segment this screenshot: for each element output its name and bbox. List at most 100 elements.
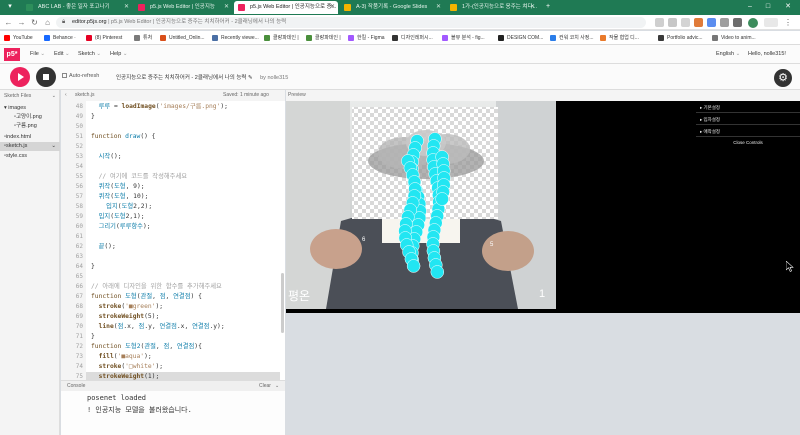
code-line[interactable]: } bbox=[91, 112, 95, 122]
close-tab-icon[interactable]: ✕ bbox=[436, 1, 441, 14]
user-menu[interactable]: Hello, nolle315! bbox=[748, 49, 786, 60]
close-window-icon[interactable]: ✕ bbox=[780, 0, 796, 15]
bookmark-item[interactable]: Video to anim... bbox=[712, 33, 756, 43]
close-controls-button[interactable]: Close Controls bbox=[696, 139, 800, 147]
chevron-down-icon[interactable]: ⌄ bbox=[51, 142, 56, 151]
menu-sketch[interactable]: Sketch ⌄ bbox=[78, 49, 101, 60]
code-line[interactable]: 끝(); bbox=[91, 242, 116, 252]
code-line[interactable]: // 아래에 디자인을 위한 함수를 추가해주세요 bbox=[91, 282, 222, 292]
puzzle-icon[interactable] bbox=[720, 18, 729, 27]
file-item[interactable]: ▫index.html bbox=[0, 133, 60, 142]
share-icon[interactable] bbox=[668, 18, 677, 27]
menu-help[interactable]: Help ⌄ bbox=[110, 49, 127, 60]
menu-file[interactable]: File ⌄ bbox=[30, 49, 45, 60]
folder-images[interactable]: ▾ images bbox=[0, 104, 60, 113]
tab-search-icon[interactable]: ▾ bbox=[2, 0, 18, 15]
code-line[interactable]: stroke('■green'); bbox=[91, 302, 163, 312]
extension-icon[interactable] bbox=[707, 18, 716, 27]
chevron-down-icon[interactable]: ⌄ bbox=[52, 93, 56, 99]
p5-logo[interactable]: p5* bbox=[4, 48, 20, 61]
chevron-down-icon[interactable]: ⌄ bbox=[275, 381, 279, 391]
menu-edit[interactable]: Edit ⌄ bbox=[54, 49, 70, 60]
browser-tab-4[interactable]: A-3) 작품기록 - Google Slides ✕ bbox=[340, 1, 444, 14]
close-tab-icon[interactable]: ✕ bbox=[124, 1, 129, 14]
code-line[interactable]: // 여기에 코드를 작성해주세요 bbox=[91, 172, 187, 182]
file-item-selected[interactable]: ▫sketch.js ⌄ bbox=[0, 142, 60, 151]
browser-tab-2[interactable]: p5.js Web Editor | 인공지능 ✕ bbox=[134, 1, 232, 14]
file-item[interactable]: ▫구름.png bbox=[0, 122, 60, 131]
more-menu-icon[interactable]: ⋮ bbox=[784, 18, 793, 27]
bookmark-pinterest[interactable]: (8) Pinterest bbox=[86, 33, 122, 43]
code-line[interactable]: function draw() { bbox=[91, 132, 155, 142]
menu-label: Help bbox=[110, 51, 122, 57]
code-line[interactable]: 퀴작(도형, 10); bbox=[91, 192, 149, 202]
bookmark-item[interactable]: 블뷰 분석 - fig... bbox=[442, 33, 485, 43]
code-line[interactable]: function 도형2(관절, 점, 연결점){ bbox=[91, 342, 202, 352]
code-line[interactable]: 그리기(루루항수); bbox=[91, 222, 151, 232]
reload-icon[interactable]: ↻ bbox=[29, 17, 40, 28]
minimize-icon[interactable]: – bbox=[742, 0, 758, 15]
bookmark-item[interactable]: DESIGN COM... bbox=[498, 33, 543, 43]
forward-icon[interactable]: → bbox=[16, 17, 27, 28]
bookmark-youtube[interactable]: YouTube bbox=[4, 33, 33, 43]
browser-tab-3-active[interactable]: p5.js Web Editor | 인공지능으로 증... ✕ bbox=[234, 1, 338, 14]
gui-folder-particles[interactable]: 입자설정 bbox=[696, 115, 800, 125]
maximize-icon[interactable]: □ bbox=[760, 0, 776, 15]
play-button[interactable] bbox=[10, 67, 30, 87]
back-icon[interactable]: ← bbox=[3, 17, 14, 28]
auto-refresh-checkbox[interactable]: Auto-refresh bbox=[62, 73, 99, 79]
code-line[interactable]: 루루 = loadImage('images/구름.png'); bbox=[91, 102, 228, 112]
console-clear-button[interactable]: Clear bbox=[259, 381, 271, 391]
code-line[interactable]: fill('■aqua'); bbox=[91, 352, 152, 362]
sidebar-icon[interactable] bbox=[733, 18, 742, 27]
extension-icon[interactable] bbox=[694, 18, 703, 27]
browser-tab-5[interactable]: 1가-(인공지능으로 응주는 쳐다... ✕ bbox=[446, 1, 538, 14]
code-editor[interactable]: 48 49 50 51 52 53 54 55 56 57 58 59 60 61 62 63 64 65 66 67… bbox=[61, 101, 285, 380]
code-line[interactable]: 퀴작(도형, 9); bbox=[91, 182, 145, 192]
code-line[interactable]: stroke('□white'); bbox=[91, 362, 163, 372]
code-line[interactable]: function 도형(관절, 점, 연결점) { bbox=[91, 292, 202, 302]
code-line[interactable]: 입지(도형2,1); bbox=[91, 212, 145, 222]
star-icon[interactable] bbox=[681, 18, 690, 27]
new-tab-icon[interactable]: + bbox=[540, 0, 556, 15]
close-tab-icon[interactable]: ✕ bbox=[530, 1, 535, 14]
profile-avatar[interactable] bbox=[748, 18, 758, 28]
stop-button[interactable] bbox=[36, 67, 56, 87]
code-line[interactable]: strokeWeight(1); bbox=[86, 372, 280, 380]
code-line[interactable]: strokeWeight(5); bbox=[91, 312, 160, 322]
code-line[interactable]: 시작(); bbox=[91, 152, 122, 162]
close-tab-icon[interactable]: ✕ bbox=[330, 1, 335, 14]
bookmark-item[interactable]: 작물 협업 디... bbox=[600, 33, 639, 43]
code-line[interactable]: line(점.x, 점.y, 연결점.x, 연결점.y); bbox=[91, 322, 225, 332]
bookmark-item[interactable]: Recently viewe... bbox=[212, 33, 259, 43]
language-select[interactable]: English ⌄ bbox=[716, 49, 740, 60]
sketch-author[interactable]: by nolle315 bbox=[260, 75, 288, 81]
file-item[interactable]: ▫고양이.png bbox=[0, 113, 60, 122]
url-input[interactable]: 🔒︎ editor.p5js.org | p5.js Web Editor | … bbox=[56, 17, 646, 28]
bookmark-item[interactable]: 클랑파데인 | bbox=[264, 33, 299, 43]
pencil-icon[interactable]: ✎ bbox=[248, 75, 253, 81]
file-item[interactable]: ▫style.css bbox=[0, 152, 60, 161]
editor-scrollbar[interactable] bbox=[281, 273, 284, 333]
browser-tab-1[interactable]: ABC LAB - 좋은 일자 포고나기 ✕ bbox=[22, 1, 132, 14]
bookmark-item[interactable]: 클랑파데인 | bbox=[306, 33, 341, 43]
bookmark-item[interactable]: 디자인레퍼시... bbox=[392, 33, 433, 43]
gui-folder-basic[interactable]: 기본설정 bbox=[696, 103, 800, 113]
bookmark-item[interactable]: Portfolio advic... bbox=[658, 33, 703, 43]
screenshot-icon[interactable] bbox=[655, 18, 664, 27]
code-line[interactable]: 입지(도형2,2); bbox=[91, 202, 152, 212]
bookmark-item[interactable]: 컨워 코치 사정... bbox=[550, 33, 594, 43]
bookmark-item[interactable]: Untitled_Onlin... bbox=[160, 33, 205, 43]
update-button[interactable] bbox=[764, 18, 778, 27]
collapse-sidebar-icon[interactable]: ‹ bbox=[65, 90, 67, 101]
sketch-title[interactable]: 인공지능으로 증주는 치치하어커 - 2클래닝에서 나의 능력 ✎ by nol… bbox=[116, 73, 288, 81]
code-line[interactable]: } bbox=[91, 332, 95, 342]
code-line[interactable]: } bbox=[91, 262, 95, 272]
close-tab-icon[interactable]: ✕ bbox=[224, 1, 229, 14]
bookmark-item[interactable]: 튜처 bbox=[134, 33, 152, 43]
home-icon[interactable]: ⌂ bbox=[42, 17, 53, 28]
gui-folder-attachment[interactable]: 애착설정 bbox=[696, 127, 800, 137]
settings-gear-button[interactable]: ⚙ bbox=[774, 69, 792, 87]
bookmark-behance[interactable]: Behance · bbox=[44, 33, 76, 43]
bookmark-item[interactable]: 한킬 - Figma bbox=[348, 33, 385, 43]
